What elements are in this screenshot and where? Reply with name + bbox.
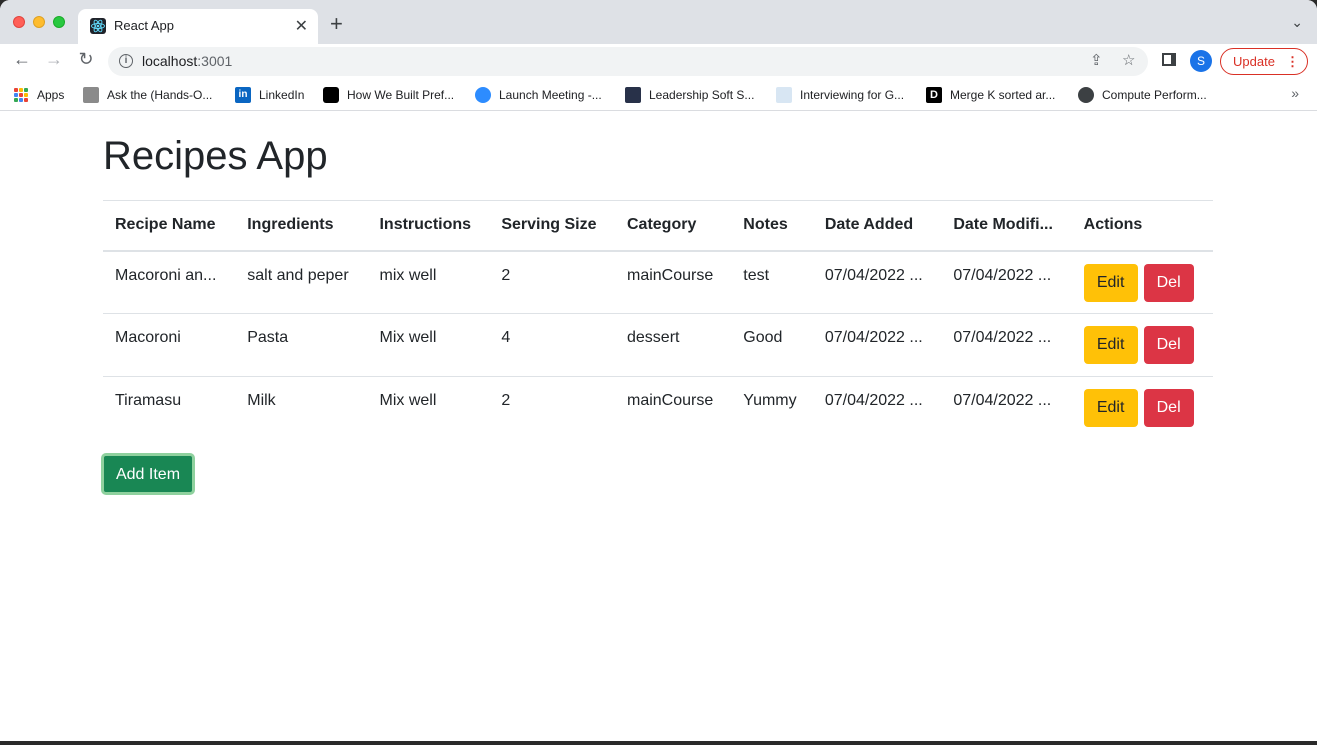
- bookmark-merge-k-sorted[interactable]: D Merge K sorted ar...: [926, 85, 1055, 105]
- table-cell: 07/04/2022 ...: [824, 392, 923, 409]
- bookmark-apps[interactable]: Apps: [14, 85, 64, 105]
- column-header: Ingredients: [235, 200, 368, 252]
- apps-grid-icon: [14, 88, 28, 102]
- actions-cell: Edit Del: [1071, 250, 1213, 314]
- table-cell: 07/04/2022 ...: [812, 250, 942, 314]
- browser-toolbar: ← → ↻ i localhost:3001 ⇪ ☆ S Update ⋮: [0, 44, 1317, 78]
- bookmark-ask-the-hands-on[interactable]: Ask the (Hands-O...: [83, 85, 212, 105]
- browser-window: React App ✕ + ⌄ ← → ↻ i localhost:3001 ⇪…: [0, 0, 1317, 741]
- table-cell: 2: [489, 250, 615, 314]
- minimize-window-button[interactable]: [33, 16, 45, 28]
- tab-title: React App: [114, 18, 174, 33]
- table-cell: Mix well: [379, 392, 437, 409]
- globe-icon: [1078, 87, 1094, 103]
- zoom-icon: [475, 87, 491, 103]
- column-header: Notes: [731, 200, 813, 252]
- maximize-window-button[interactable]: [53, 16, 65, 28]
- edit-button[interactable]: Edit: [1083, 263, 1138, 302]
- url-text[interactable]: localhost:3001: [142, 53, 232, 69]
- leadership-icon: [625, 87, 641, 103]
- column-header: Category: [615, 200, 732, 252]
- interview-icon: [776, 87, 792, 103]
- table-cell: mainCourse: [627, 392, 714, 409]
- bookmark-interviewing[interactable]: Interviewing for G...: [776, 85, 904, 105]
- column-header: Recipe Name: [103, 200, 236, 252]
- column-header: Date Modifi...: [941, 200, 1072, 252]
- table-row: Macoroni an... salt and peper mix well 2…: [103, 250, 1213, 314]
- close-window-button[interactable]: [13, 16, 25, 28]
- table-cell: mainCourse: [615, 250, 732, 314]
- double-chevron-right-icon[interactable]: »: [1291, 85, 1299, 101]
- table-cell: test: [731, 250, 813, 314]
- table-cell: Good: [731, 313, 813, 377]
- table-header-row: Recipe Name Ingredients Instructions Ser…: [103, 200, 1213, 252]
- bookmark-leadership[interactable]: Leadership Soft S...: [625, 85, 754, 105]
- back-icon[interactable]: ←: [10, 49, 34, 70]
- column-header: Instructions: [367, 200, 490, 252]
- d-icon: D: [926, 87, 942, 103]
- column-header: Date Added: [812, 200, 942, 252]
- edit-button[interactable]: Edit: [1083, 326, 1138, 364]
- add-item-button[interactable]: Add Item: [101, 453, 195, 495]
- page-title: Recipes App: [103, 134, 328, 178]
- table-cell: mix well: [367, 250, 490, 314]
- bookmark-linkedin[interactable]: in LinkedIn: [235, 85, 304, 105]
- edit-button[interactable]: Edit: [1083, 389, 1138, 427]
- bookmark-how-we-built[interactable]: How We Built Pref...: [323, 85, 454, 105]
- linkedin-icon: in: [235, 87, 251, 103]
- table-cell: Tiramasu: [115, 392, 182, 409]
- tab-react-app[interactable]: React App ✕: [78, 9, 318, 44]
- delete-button[interactable]: Del: [1143, 326, 1194, 364]
- new-tab-icon[interactable]: +: [330, 13, 343, 35]
- address-bar[interactable]: i localhost:3001 ⇪ ☆: [108, 47, 1148, 76]
- star-icon[interactable]: ☆: [1122, 51, 1135, 69]
- column-header: Actions: [1071, 200, 1213, 252]
- bookmark-launch-meeting[interactable]: Launch Meeting -...: [475, 85, 602, 105]
- medium-icon: [323, 87, 339, 103]
- forward-icon[interactable]: →: [42, 49, 66, 70]
- column-header: Serving Size: [489, 200, 615, 252]
- delete-button[interactable]: Del: [1143, 389, 1194, 427]
- reload-icon[interactable]: ↻: [74, 49, 98, 70]
- actions-cell: Edit Del: [1072, 377, 1213, 440]
- page-content: Recipes App Recipe Name Ingredients Inst…: [0, 112, 1317, 741]
- tab-strip: React App ✕ + ⌄: [0, 0, 1317, 44]
- table-cell: Pasta: [235, 313, 368, 377]
- share-icon[interactable]: ⇪: [1090, 51, 1103, 69]
- table-cell: salt and peper: [235, 250, 368, 314]
- update-button[interactable]: Update ⋮: [1220, 48, 1308, 75]
- recipes-table: Recipe Name Ingredients Instructions Ser…: [103, 200, 1213, 440]
- chevron-down-icon[interactable]: ⌄: [1291, 14, 1303, 31]
- table-cell: Macoroni: [103, 313, 236, 377]
- bookmarks-bar: Apps Ask the (Hands-O... in LinkedIn How…: [0, 80, 1317, 111]
- table-cell: 2: [501, 392, 511, 409]
- table-cell: Mix well: [367, 313, 490, 377]
- bookmark-compute-performance[interactable]: Compute Perform...: [1078, 85, 1207, 105]
- table-cell: 07/04/2022 ...: [953, 392, 1052, 409]
- table-cell: dessert: [615, 313, 732, 377]
- actions-cell: Edit Del: [1071, 313, 1213, 377]
- table-row: Macoroni Pasta Mix well 4 dessert Good 0…: [103, 313, 1213, 377]
- profile-avatar[interactable]: S: [1190, 50, 1212, 72]
- side-panel-icon[interactable]: [1162, 53, 1176, 66]
- more-vert-icon: ⋮: [1286, 54, 1299, 69]
- avatar-icon: [83, 87, 99, 103]
- table-cell: 07/04/2022 ...: [812, 313, 942, 377]
- table-cell: Macoroni an...: [103, 250, 236, 314]
- table-cell: 07/04/2022 ...: [941, 250, 1072, 314]
- table-cell: Milk: [247, 392, 276, 409]
- tab-close-icon[interactable]: ✕: [295, 16, 308, 36]
- table-cell: 4: [489, 313, 615, 377]
- info-icon[interactable]: i: [119, 54, 133, 68]
- table-row: Tiramasu Milk Mix well 2 mainCourse Yumm…: [103, 377, 1213, 440]
- table-cell: Yummy: [743, 392, 797, 409]
- table-cell: 07/04/2022 ...: [941, 313, 1072, 377]
- react-icon: [90, 18, 106, 34]
- delete-button[interactable]: Del: [1143, 263, 1194, 302]
